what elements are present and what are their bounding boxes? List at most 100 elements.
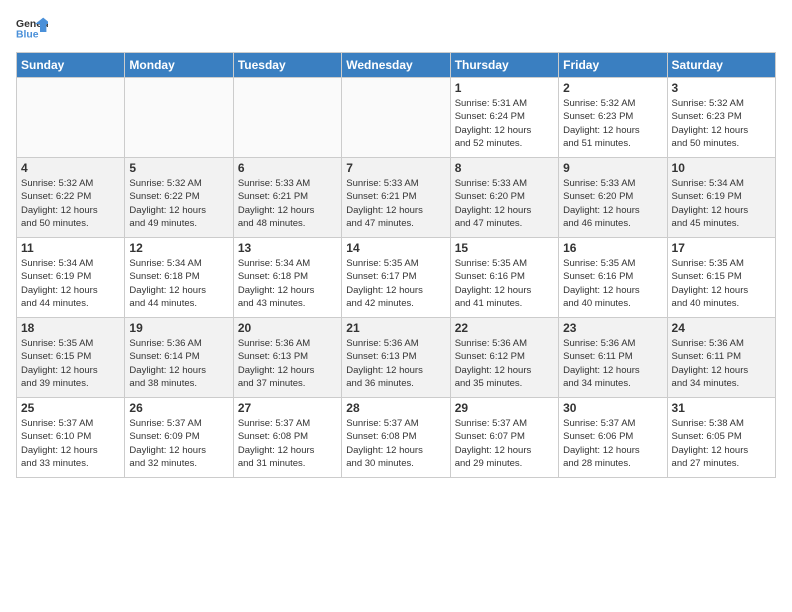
calendar-cell: 12Sunrise: 5:34 AMSunset: 6:18 PMDayligh… — [125, 238, 233, 318]
weekday-header-friday: Friday — [559, 53, 667, 78]
calendar-week-row: 18Sunrise: 5:35 AMSunset: 6:15 PMDayligh… — [17, 318, 776, 398]
day-info: Sunrise: 5:32 AMSunset: 6:22 PMDaylight:… — [21, 177, 120, 230]
calendar-cell: 1 Sunrise: 5:31 AMSunset: 6:24 PMDaylight… — [450, 78, 558, 158]
calendar-cell — [17, 78, 125, 158]
calendar-cell: 27 Sunrise: 5:37 AMSunset: 6:08 PMDayligh… — [233, 398, 341, 478]
calendar-cell: 24 Sunrise: 5:36 AMSunset: 6:11 PMDayligh… — [667, 318, 775, 398]
calendar-cell: 8 Sunrise: 5:33 AMSunset: 6:20 PMDaylight… — [450, 158, 558, 238]
calendar-cell: 29Sunrise: 5:37 AMSunset: 6:07 PMDayligh… — [450, 398, 558, 478]
day-info: Sunrise: 5:33 AMSunset: 6:20 PMDaylight:… — [563, 177, 662, 230]
day-info: Sunrise: 5:37 AMSunset: 6:06 PMDaylight:… — [563, 417, 662, 470]
day-info: Sunrise: 5:37 AMSunset: 6:07 PMDaylight:… — [455, 417, 554, 470]
day-number: 6 — [238, 161, 337, 175]
day-number: 5 — [129, 161, 228, 175]
day-info: Sunrise: 5:32 AMSunset: 6:23 PMDaylight:… — [563, 97, 662, 150]
day-number: 14 — [346, 241, 445, 255]
day-info: Sunrise: 5:37 AMSunset: 6:09 PMDaylight:… — [129, 417, 228, 470]
day-number: 11 — [21, 241, 120, 255]
day-number: 21 — [346, 321, 445, 335]
calendar-week-row: 4 Sunrise: 5:32 AMSunset: 6:22 PMDaylight… — [17, 158, 776, 238]
calendar-table: SundayMondayTuesdayWednesdayThursdayFrid… — [16, 52, 776, 478]
calendar-cell — [125, 78, 233, 158]
calendar-week-row: 11Sunrise: 5:34 AMSunset: 6:19 PMDayligh… — [17, 238, 776, 318]
calendar-cell: 11Sunrise: 5:34 AMSunset: 6:19 PMDayligh… — [17, 238, 125, 318]
day-number: 20 — [238, 321, 337, 335]
logo-icon: General Blue — [16, 16, 48, 44]
day-info: Sunrise: 5:34 AMSunset: 6:19 PMDaylight:… — [672, 177, 771, 230]
day-info: Sunrise: 5:32 AMSunset: 6:23 PMDaylight:… — [672, 97, 771, 150]
day-number: 16 — [563, 241, 662, 255]
day-info: Sunrise: 5:38 AMSunset: 6:05 PMDaylight:… — [672, 417, 771, 470]
calendar-cell: 26 Sunrise: 5:37 AMSunset: 6:09 PMDayligh… — [125, 398, 233, 478]
day-info: Sunrise: 5:37 AMSunset: 6:10 PMDaylight:… — [21, 417, 120, 470]
calendar-week-row: 25Sunrise: 5:37 AMSunset: 6:10 PMDayligh… — [17, 398, 776, 478]
day-number: 10 — [672, 161, 771, 175]
calendar-cell: 4 Sunrise: 5:32 AMSunset: 6:22 PMDaylight… — [17, 158, 125, 238]
day-number: 28 — [346, 401, 445, 415]
calendar-cell: 21 Sunrise: 5:36 AMSunset: 6:13 PMDayligh… — [342, 318, 450, 398]
day-info: Sunrise: 5:33 AMSunset: 6:21 PMDaylight:… — [238, 177, 337, 230]
calendar-cell: 13 Sunrise: 5:34 AMSunset: 6:18 PMDayligh… — [233, 238, 341, 318]
weekday-header-wednesday: Wednesday — [342, 53, 450, 78]
day-info: Sunrise: 5:34 AMSunset: 6:18 PMDaylight:… — [238, 257, 337, 310]
day-info: Sunrise: 5:33 AMSunset: 6:21 PMDaylight:… — [346, 177, 445, 230]
calendar-cell: 30 Sunrise: 5:37 AMSunset: 6:06 PMDayligh… — [559, 398, 667, 478]
calendar-cell: 22 Sunrise: 5:36 AMSunset: 6:12 PMDayligh… — [450, 318, 558, 398]
calendar-cell: 6 Sunrise: 5:33 AMSunset: 6:21 PMDaylight… — [233, 158, 341, 238]
page-header: General Blue — [16, 16, 776, 44]
day-number: 4 — [21, 161, 120, 175]
calendar-cell: 20Sunrise: 5:36 AMSunset: 6:13 PMDayligh… — [233, 318, 341, 398]
day-info: Sunrise: 5:36 AMSunset: 6:13 PMDaylight:… — [346, 337, 445, 390]
day-number: 30 — [563, 401, 662, 415]
day-number: 8 — [455, 161, 554, 175]
day-info: Sunrise: 5:34 AMSunset: 6:18 PMDaylight:… — [129, 257, 228, 310]
calendar-cell: 7 Sunrise: 5:33 AMSunset: 6:21 PMDaylight… — [342, 158, 450, 238]
calendar-cell: 31 Sunrise: 5:38 AMSunset: 6:05 PMDayligh… — [667, 398, 775, 478]
day-info: Sunrise: 5:32 AMSunset: 6:22 PMDaylight:… — [129, 177, 228, 230]
day-number: 17 — [672, 241, 771, 255]
calendar-header-row: SundayMondayTuesdayWednesdayThursdayFrid… — [17, 53, 776, 78]
day-info: Sunrise: 5:36 AMSunset: 6:11 PMDaylight:… — [563, 337, 662, 390]
day-info: Sunrise: 5:37 AMSunset: 6:08 PMDaylight:… — [238, 417, 337, 470]
calendar-week-row: 1 Sunrise: 5:31 AMSunset: 6:24 PMDaylight… — [17, 78, 776, 158]
svg-text:Blue: Blue — [16, 30, 39, 41]
calendar-cell: 2 Sunrise: 5:32 AMSunset: 6:23 PMDaylight… — [559, 78, 667, 158]
day-info: Sunrise: 5:35 AMSunset: 6:16 PMDaylight:… — [563, 257, 662, 310]
calendar-cell: 25Sunrise: 5:37 AMSunset: 6:10 PMDayligh… — [17, 398, 125, 478]
day-number: 9 — [563, 161, 662, 175]
calendar-cell: 28 Sunrise: 5:37 AMSunset: 6:08 PMDayligh… — [342, 398, 450, 478]
calendar-cell: 18Sunrise: 5:35 AMSunset: 6:15 PMDayligh… — [17, 318, 125, 398]
day-info: Sunrise: 5:36 AMSunset: 6:12 PMDaylight:… — [455, 337, 554, 390]
day-number: 2 — [563, 81, 662, 95]
day-info: Sunrise: 5:35 AMSunset: 6:15 PMDaylight:… — [672, 257, 771, 310]
calendar-cell: 9 Sunrise: 5:33 AMSunset: 6:20 PMDaylight… — [559, 158, 667, 238]
calendar-cell: 10 Sunrise: 5:34 AMSunset: 6:19 PMDayligh… — [667, 158, 775, 238]
calendar-cell: 15Sunrise: 5:35 AMSunset: 6:16 PMDayligh… — [450, 238, 558, 318]
calendar-cell: 3Sunrise: 5:32 AMSunset: 6:23 PMDaylight… — [667, 78, 775, 158]
calendar-cell: 19Sunrise: 5:36 AMSunset: 6:14 PMDayligh… — [125, 318, 233, 398]
weekday-header-tuesday: Tuesday — [233, 53, 341, 78]
day-info: Sunrise: 5:31 AMSunset: 6:24 PMDaylight:… — [455, 97, 554, 150]
day-number: 1 — [455, 81, 554, 95]
day-number: 22 — [455, 321, 554, 335]
day-info: Sunrise: 5:33 AMSunset: 6:20 PMDaylight:… — [455, 177, 554, 230]
calendar-cell: 17 Sunrise: 5:35 AMSunset: 6:15 PMDayligh… — [667, 238, 775, 318]
day-number: 23 — [563, 321, 662, 335]
day-number: 26 — [129, 401, 228, 415]
logo: General Blue — [16, 16, 48, 44]
calendar-cell: 23 Sunrise: 5:36 AMSunset: 6:11 PMDayligh… — [559, 318, 667, 398]
day-number: 31 — [672, 401, 771, 415]
day-number: 24 — [672, 321, 771, 335]
day-number: 19 — [129, 321, 228, 335]
calendar-cell: 5 Sunrise: 5:32 AMSunset: 6:22 PMDaylight… — [125, 158, 233, 238]
day-number: 7 — [346, 161, 445, 175]
calendar-cell: 16 Sunrise: 5:35 AMSunset: 6:16 PMDayligh… — [559, 238, 667, 318]
day-info: Sunrise: 5:36 AMSunset: 6:11 PMDaylight:… — [672, 337, 771, 390]
day-number: 27 — [238, 401, 337, 415]
day-number: 15 — [455, 241, 554, 255]
calendar-cell — [342, 78, 450, 158]
weekday-header-monday: Monday — [125, 53, 233, 78]
day-info: Sunrise: 5:37 AMSunset: 6:08 PMDaylight:… — [346, 417, 445, 470]
day-number: 13 — [238, 241, 337, 255]
weekday-header-sunday: Sunday — [17, 53, 125, 78]
